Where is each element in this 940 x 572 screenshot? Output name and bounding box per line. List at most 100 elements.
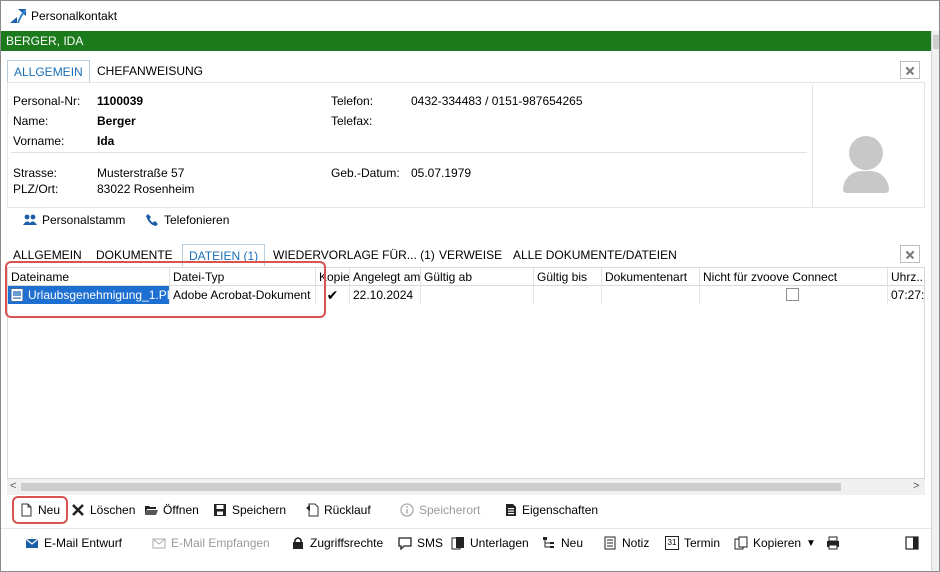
col-gueltig-bis[interactable]: Gültig bis [534,268,602,286]
geb-datum-value: 05.07.1979 [411,166,472,180]
properties-icon [506,504,516,516]
loeschen-label: Löschen [90,503,136,517]
ruecklauf-button[interactable]: Rücklauf [305,503,371,517]
lock-icon [293,537,303,549]
scroll-thumb[interactable] [21,483,841,491]
title-bar: Personalkontakt [1,1,939,31]
tab-allgemein[interactable]: ALLGEMEIN [7,60,90,82]
telefon-value: 0432-334483 / 0151-987654265 [411,94,583,108]
avatar-body [843,171,889,193]
vorname-label: Vorname: [13,134,65,148]
app-logo-icon [10,9,26,23]
termin-button[interactable]: 31 Termin [665,536,720,550]
oeffnen-button[interactable]: Öffnen [144,503,199,517]
note-icon [604,536,616,550]
email-entwurf-label: E-Mail Entwurf [44,536,123,550]
personal-nr-value: 1100039 [97,94,144,108]
col-nicht-connect[interactable]: Nicht für zvoove Connect [700,268,888,286]
personalstamm-label: Personalstamm [42,213,126,227]
kopieren-label: Kopieren [753,536,802,550]
close-panel-icon[interactable] [900,61,920,79]
cell-dokumentenart[interactable] [602,286,700,304]
notiz-label: Notiz [622,536,650,550]
plz-label: PLZ/Ort: [13,182,59,196]
cell-nicht-connect[interactable] [700,286,888,304]
cell-uhrzeit[interactable]: 07:27:0 [888,286,924,304]
doctab-alle-dokumente[interactable]: ALLE DOKUMENTE/DATEIEN [507,244,683,266]
email-empfangen-label: E-Mail Empfangen [171,536,270,550]
vertical-scrollbar[interactable] [931,31,939,571]
telefonieren-link[interactable]: Telefonieren [145,213,229,227]
col-dokumentenart[interactable]: Dokumentenart [602,268,700,286]
speichern-label: Speichern [232,503,287,517]
plz-value: 83022 Rosenheim [97,182,195,196]
tree-icon [543,537,554,548]
neu-task-button[interactable]: Neu [542,536,583,550]
save-icon [214,504,226,516]
phone-icon [146,214,158,226]
dropdown-arrow-icon[interactable]: ▼ [806,538,816,549]
window-title: Personalkontakt [31,9,118,23]
zugriffsrechte-label: Zugriffsrechte [310,536,384,550]
cell-gueltig-ab[interactable] [421,286,534,304]
email-entwurf-button[interactable]: E-Mail Entwurf [25,536,122,550]
neu-task-label: Neu [561,536,584,550]
personal-nr-label: Personal-Nr: [13,94,81,108]
divider [11,152,807,153]
unterlagen-label: Unterlagen [470,536,529,550]
email-empfangen-button[interactable]: E-Mail Empfangen [152,536,270,550]
doctab-verweise[interactable]: VERWEISE [433,244,508,266]
people-icon [23,214,37,225]
termin-label: Termin [684,536,721,550]
avatar-head [849,136,883,170]
contact-name-bar: BERGER, IDA [1,31,931,51]
unterlagen-button[interactable]: Unterlagen [451,536,529,550]
cell-gueltig-bis[interactable] [534,286,602,304]
name-label: Name: [13,114,49,128]
sidebar-panel-icon [905,536,919,550]
scroll-left-icon[interactable]: < [10,480,16,492]
notiz-button[interactable]: Notiz [603,536,649,550]
kopieren-button[interactable]: Kopieren ▼ [734,536,816,550]
personalkontakt-window: Personalkontakt BERGER, IDA ALLGEMEIN CH… [0,0,940,572]
highlight-file-row [5,261,326,318]
bottom-divider [1,528,931,529]
telefax-label: Telefax: [331,114,373,128]
scroll-right-icon[interactable]: > [913,480,919,492]
ruecklauf-label: Rücklauf [324,503,371,517]
strasse-value: Musterstraße 57 [97,166,185,180]
eigenschaften-button[interactable]: Eigenschaften [503,503,598,517]
loeschen-button[interactable]: Löschen [71,503,135,517]
print-button[interactable] [826,536,840,550]
telefon-label: Telefon: [331,94,374,108]
panel-toggle-button[interactable] [905,536,919,550]
speichern-button[interactable]: Speichern [213,503,286,517]
delete-x-icon [72,504,84,516]
nicht-connect-checkbox[interactable] [786,288,799,301]
col-angelegt[interactable]: Angelegt am [350,268,421,286]
col-gueltig-ab[interactable]: Gültig ab [421,268,534,286]
cell-angelegt[interactable]: 22.10.2024 [350,286,421,304]
highlight-neu-button [12,496,68,524]
geb-datum-label: Geb.-Datum: [331,166,400,180]
email-draft-icon [25,538,39,548]
printer-icon [827,536,839,550]
horizontal-scrollbar[interactable]: < > [7,479,925,495]
eigenschaften-label: Eigenschaften [522,503,599,517]
open-folder-icon [145,506,158,515]
email-receive-icon [152,538,166,549]
col-uhrzeit[interactable]: Uhrz... [888,268,924,286]
close-doc-panel-icon[interactable] [900,245,920,263]
calendar-icon: 31 [665,536,679,550]
avatar [812,85,922,207]
zugriffsrechte-button[interactable]: Zugriffsrechte [291,536,383,550]
vorname-value: Ida [97,134,115,148]
sms-button[interactable]: SMS [398,536,443,550]
tab-chefanweisung[interactable]: CHEFANWEISUNG [91,60,209,82]
chat-bubble-icon [398,537,412,550]
personalstamm-link[interactable]: Personalstamm [23,213,125,227]
speicherort-label: Speicherort [419,503,481,517]
return-document-icon [306,503,319,517]
speicherort-button[interactable]: Speicherort [400,503,480,517]
copy-icon [734,536,748,550]
